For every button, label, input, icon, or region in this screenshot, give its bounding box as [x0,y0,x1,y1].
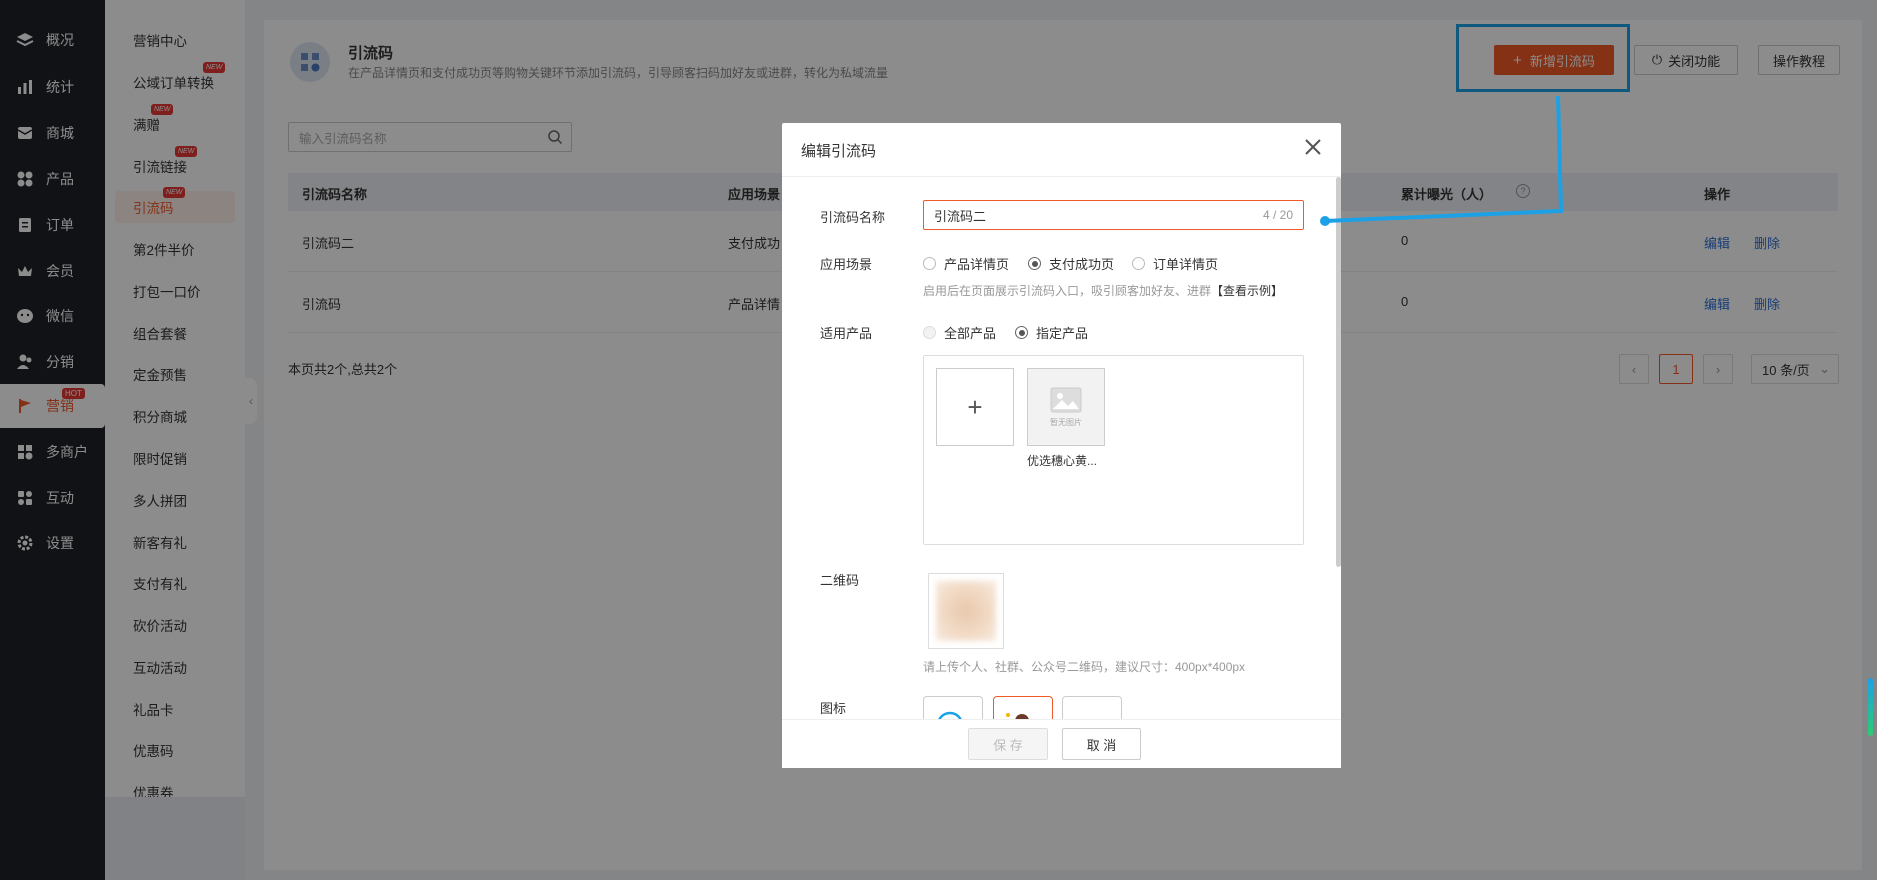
scroll-indicator [1868,678,1873,736]
annotation-connector [1320,95,1564,226]
